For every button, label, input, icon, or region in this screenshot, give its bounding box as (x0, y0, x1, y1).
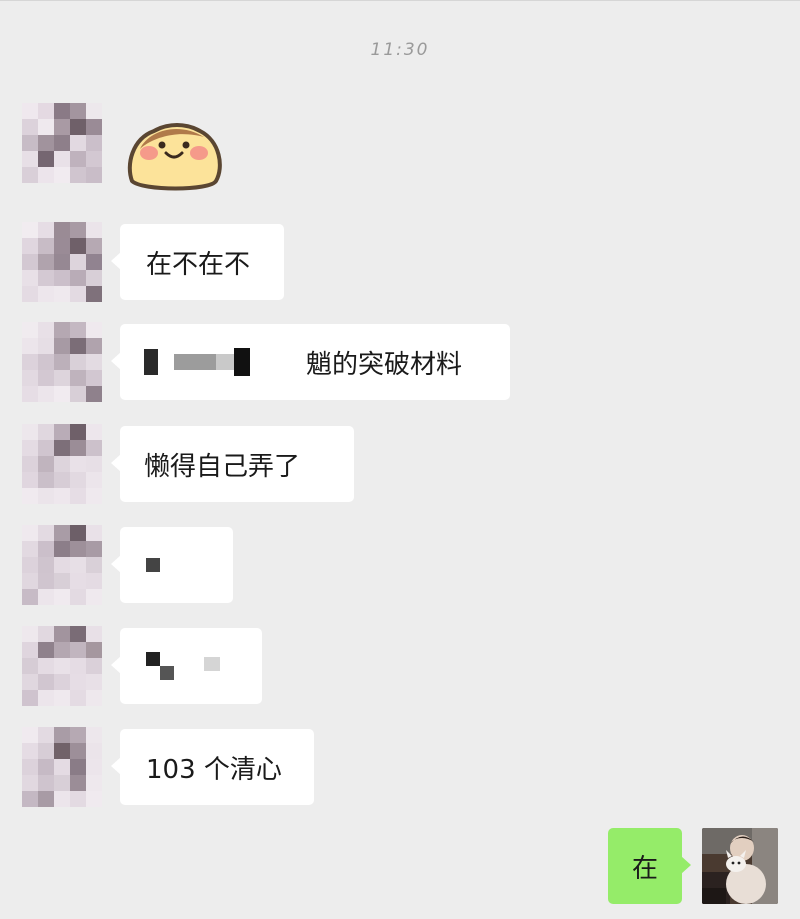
contact-avatar[interactable] (22, 424, 102, 504)
contact-avatar[interactable] (22, 322, 102, 402)
message-bubble-self[interactable]: 在 (608, 828, 691, 904)
message-bubble[interactable]: 魈的突破材料 (111, 324, 510, 400)
redacted-block (204, 657, 220, 671)
contact-avatar[interactable] (22, 525, 102, 605)
redacted-block (144, 349, 158, 375)
message-bubble[interactable] (111, 527, 233, 603)
redacted-block (174, 354, 216, 370)
redacted-block (146, 558, 160, 572)
redacted-block (234, 348, 250, 376)
message-text: 在不在不 (146, 249, 251, 280)
message-bubble[interactable]: 懒得自己弄了 (111, 426, 354, 502)
contact-avatar[interactable] (22, 626, 102, 706)
contact-avatar[interactable] (22, 222, 102, 302)
redacted-block (216, 354, 234, 370)
redacted-block (146, 652, 160, 666)
smiling-bun-sticker-icon[interactable] (124, 121, 224, 197)
message-bubble[interactable] (111, 628, 262, 704)
message-text: 103 个清心 (146, 754, 282, 785)
top-divider (0, 0, 800, 1)
message-bubble[interactable]: 在不在不 (111, 224, 284, 300)
contact-avatar[interactable] (22, 727, 102, 807)
redacted-block (160, 666, 174, 680)
message-bubble[interactable]: 103 个清心 (111, 729, 314, 805)
message-text: 在 (631, 853, 658, 884)
message-timestamp: 11:30 (370, 40, 430, 60)
contact-avatar[interactable] (22, 103, 102, 183)
user-avatar[interactable] (702, 828, 778, 904)
message-text: 魈的突破材料 (306, 349, 463, 380)
message-text: 懒得自己弄了 (144, 451, 301, 482)
